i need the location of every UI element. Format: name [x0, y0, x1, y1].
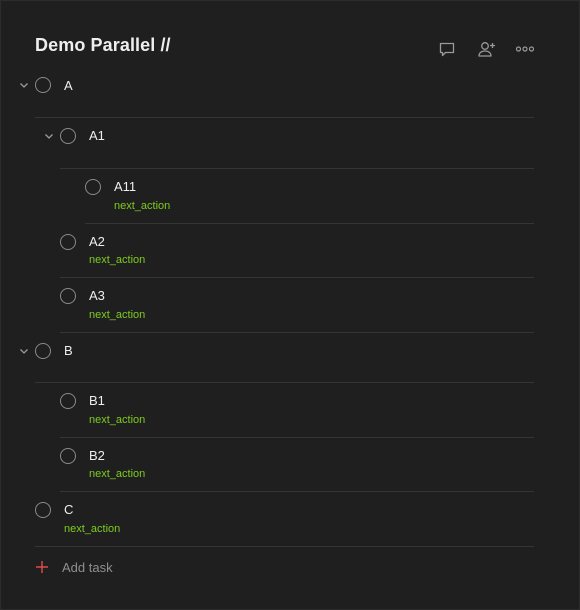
task-name: A11 — [114, 179, 137, 194]
more-icon[interactable] — [514, 39, 536, 59]
task-name: A — [64, 78, 73, 93]
task-name: A3 — [89, 288, 105, 303]
task-checkbox[interactable] — [35, 77, 51, 93]
task-label[interactable]: next_action — [89, 309, 145, 321]
task-name: C — [64, 502, 74, 517]
task-label[interactable]: next_action — [89, 468, 145, 480]
task-checkbox[interactable] — [35, 502, 51, 518]
add-person-icon[interactable] — [476, 39, 498, 59]
task-row[interactable]: B2 next_action — [60, 438, 534, 492]
task-checkbox[interactable] — [35, 343, 51, 359]
chevron-down-icon[interactable] — [18, 79, 30, 91]
project-view: Demo Parallel // A A1 A11 next_action A2… — [0, 0, 580, 610]
task-checkbox[interactable] — [60, 234, 76, 250]
task-label[interactable]: next_action — [89, 254, 145, 266]
task-row[interactable]: B — [20, 333, 534, 383]
task-name: A1 — [89, 128, 105, 143]
task-checkbox[interactable] — [60, 448, 76, 464]
add-task-label: Add task — [62, 559, 113, 575]
plus-icon — [36, 561, 48, 573]
task-row[interactable]: A3 next_action — [60, 278, 534, 333]
task-row[interactable]: B1 next_action — [60, 383, 534, 438]
task-row[interactable]: A11 next_action — [85, 169, 534, 224]
task-name: B2 — [89, 448, 105, 463]
project-title: Demo Parallel // — [35, 35, 171, 55]
task-row[interactable]: A1 — [45, 118, 534, 169]
task-name: B — [64, 343, 73, 358]
task-name: A2 — [89, 234, 105, 249]
chevron-down-icon[interactable] — [18, 345, 30, 357]
task-checkbox[interactable] — [60, 288, 76, 304]
task-label[interactable]: next_action — [114, 200, 170, 212]
task-name: B1 — [89, 393, 105, 408]
comment-icon[interactable] — [436, 39, 458, 59]
add-task-button[interactable]: Add task — [35, 557, 113, 577]
task-checkbox[interactable] — [60, 393, 76, 409]
chevron-down-icon[interactable] — [43, 130, 55, 142]
task-row[interactable]: A — [20, 67, 534, 118]
task-checkbox[interactable] — [85, 179, 101, 195]
task-checkbox[interactable] — [60, 128, 76, 144]
task-row[interactable]: C next_action — [35, 492, 534, 547]
task-label[interactable]: next_action — [89, 414, 145, 426]
task-row[interactable]: A2 next_action — [60, 224, 534, 278]
task-label[interactable]: next_action — [64, 523, 120, 535]
